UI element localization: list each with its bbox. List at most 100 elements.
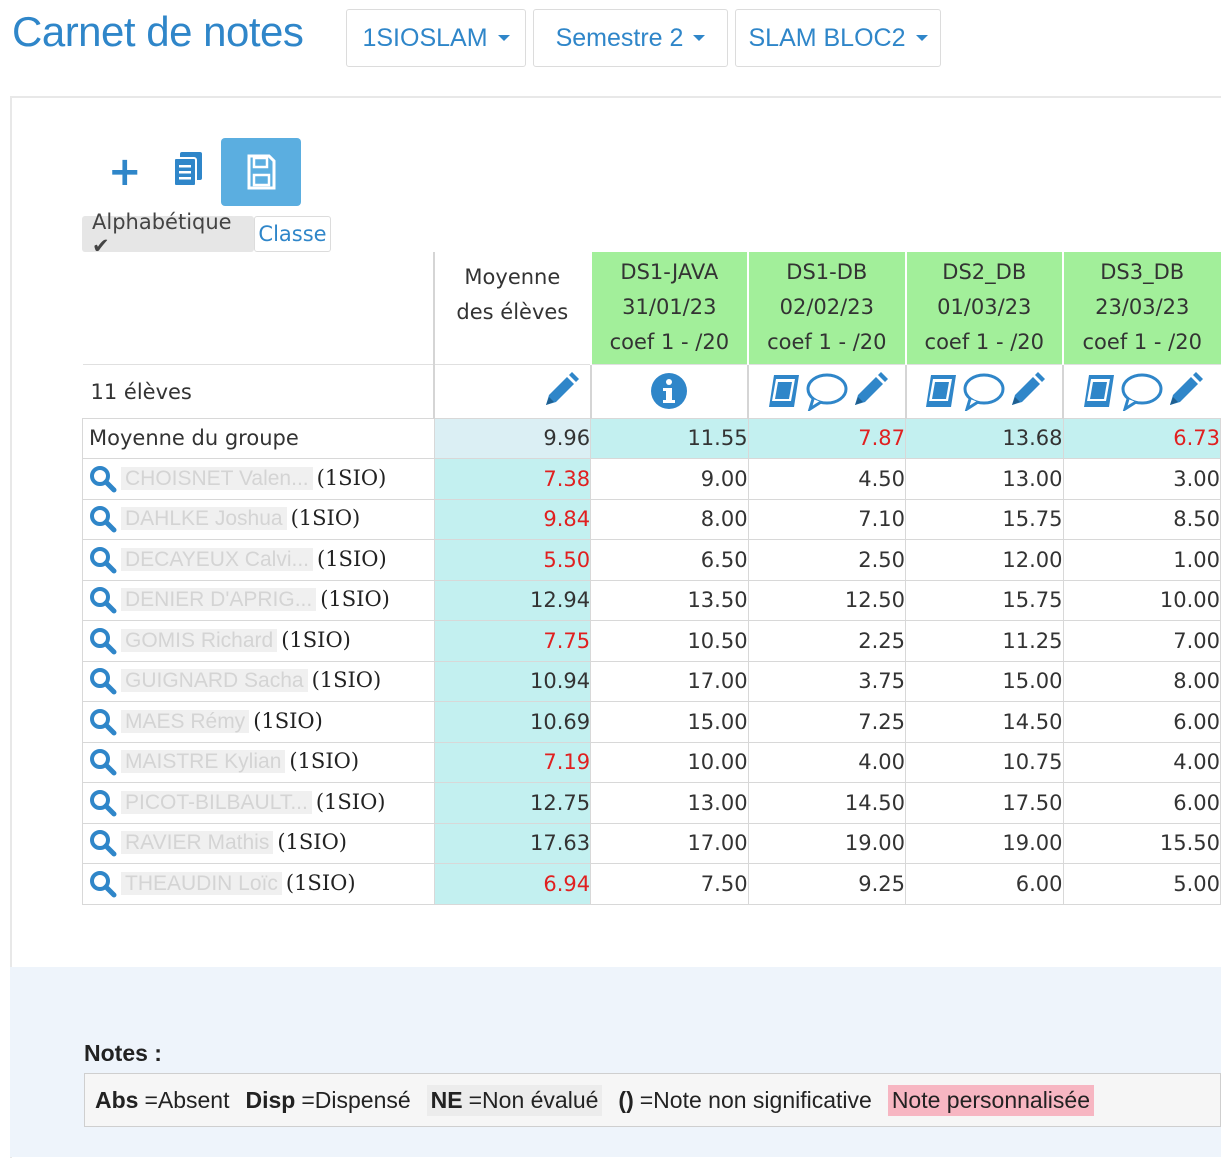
- score-cell[interactable]: 8.50: [1062, 498, 1221, 540]
- score-cell[interactable]: 7.10: [747, 498, 907, 540]
- score-cell[interactable]: 14.50: [747, 782, 907, 824]
- legend-non-evalue: NE =Non évalué: [426, 1084, 603, 1116]
- eval-date: 23/03/23: [1095, 295, 1190, 319]
- student-name[interactable]: GOMIS Richard: [121, 628, 278, 652]
- score-cell[interactable]: 3.00: [1062, 458, 1221, 500]
- pencil-icon[interactable]: [1164, 371, 1204, 411]
- save-button[interactable]: [221, 138, 301, 206]
- score-cell[interactable]: 11.25: [905, 620, 1064, 662]
- score-cell[interactable]: 5.00: [1062, 863, 1221, 905]
- score-cell[interactable]: 15.00: [590, 701, 749, 743]
- score-cell[interactable]: 7.50: [590, 863, 749, 905]
- score-cell[interactable]: 15.00: [905, 660, 1064, 702]
- student-name[interactable]: DENIER D'APRIG...: [121, 588, 317, 612]
- magnifier-icon[interactable]: [89, 748, 117, 776]
- eval-header-ds3-db[interactable]: DS3_DB 23/03/23 coef 1 - /20: [1062, 252, 1221, 364]
- score-cell[interactable]: 15.75: [905, 498, 1064, 540]
- book-icon[interactable]: [922, 371, 962, 411]
- student-name[interactable]: THEAUDIN Loïc: [121, 871, 282, 895]
- student-name[interactable]: DECAYEUX Calvi...: [121, 547, 313, 571]
- score-cell[interactable]: 4.50: [747, 458, 907, 500]
- score-cell[interactable]: 4.00: [1062, 741, 1221, 783]
- eval-header-ds1-db[interactable]: DS1-DB 02/02/23 coef 1 - /20: [747, 252, 906, 364]
- student-row: DENIER D'APRIG... (1SIO) 12.94 13.50 12.50 15…: [82, 579, 1221, 621]
- student-name-cell: GUIGNARD Sacha (1SIO): [82, 660, 435, 702]
- score-cell[interactable]: 13.00: [905, 458, 1064, 500]
- copy-icon[interactable]: [170, 150, 206, 190]
- student-name[interactable]: RAVIER Mathis: [121, 831, 274, 855]
- class-dropdown[interactable]: 1SIOSLAM: [346, 9, 526, 67]
- score-cell[interactable]: 17.50: [905, 782, 1064, 824]
- student-name[interactable]: PICOT-BILBAULT...: [121, 790, 312, 814]
- eval-name: DS3_DB: [1100, 260, 1185, 284]
- pencil-icon[interactable]: [1006, 371, 1046, 411]
- pencil-icon[interactable]: [540, 371, 580, 411]
- score-cell[interactable]: 9.00: [590, 458, 749, 500]
- score-cell[interactable]: 8.00: [1062, 660, 1221, 702]
- pencil-icon[interactable]: [849, 371, 889, 411]
- student-name[interactable]: DAHLKE Joshua: [121, 507, 287, 531]
- student-class: (1SIO): [290, 506, 361, 531]
- magnifier-icon[interactable]: [89, 708, 117, 736]
- average-edit-cell: [433, 363, 591, 418]
- module-dropdown[interactable]: SLAM BLOC2: [735, 9, 941, 67]
- score-cell[interactable]: 10.00: [590, 741, 749, 783]
- score-cell[interactable]: 13.50: [590, 579, 749, 621]
- score-cell[interactable]: 7.25: [747, 701, 907, 743]
- comment-icon[interactable]: [1120, 371, 1164, 413]
- magnifier-icon[interactable]: [89, 627, 117, 655]
- score-cell[interactable]: 10.50: [590, 620, 749, 662]
- score-cell[interactable]: 8.00: [590, 498, 749, 540]
- magnifier-icon[interactable]: [89, 586, 117, 614]
- student-name[interactable]: GUIGNARD Sacha: [121, 669, 308, 693]
- score-cell[interactable]: 19.00: [905, 822, 1064, 864]
- student-name[interactable]: MAES Rémy: [121, 709, 250, 733]
- score-cell[interactable]: 17.00: [590, 822, 749, 864]
- sort-class-button[interactable]: Classe: [254, 216, 331, 252]
- score-cell[interactable]: 3.75: [747, 660, 907, 702]
- sort-alphabetical-button[interactable]: Alphabétique ✔: [82, 210, 254, 258]
- score-cell[interactable]: 13.00: [590, 782, 749, 824]
- score-cell[interactable]: 15.75: [905, 579, 1064, 621]
- magnifier-icon[interactable]: [89, 546, 117, 574]
- magnifier-icon[interactable]: [89, 465, 117, 493]
- score-cell[interactable]: 10.00: [1062, 579, 1221, 621]
- ds2-db-icon-cell: [904, 363, 1063, 418]
- score-cell[interactable]: 19.00: [747, 822, 907, 864]
- student-name[interactable]: MAISTRE Kylian: [121, 750, 286, 774]
- info-icon[interactable]: [649, 371, 689, 411]
- magnifier-icon[interactable]: [89, 667, 117, 695]
- plus-icon[interactable]: +: [108, 152, 142, 192]
- score-cell[interactable]: 12.50: [747, 579, 907, 621]
- score-cell[interactable]: 14.50: [905, 701, 1064, 743]
- book-icon[interactable]: [765, 371, 805, 411]
- student-name[interactable]: CHOISNET Valen...: [121, 466, 313, 490]
- magnifier-icon[interactable]: [89, 870, 117, 898]
- score-cell[interactable]: 12.00: [905, 539, 1064, 581]
- score-cell[interactable]: 6.50: [590, 539, 749, 581]
- eval-name: DS1-DB: [786, 260, 868, 284]
- score-cell[interactable]: 6.00: [1062, 782, 1221, 824]
- score-cell[interactable]: 2.25: [747, 620, 907, 662]
- magnifier-icon[interactable]: [89, 829, 117, 857]
- book-icon[interactable]: [1080, 371, 1120, 411]
- magnifier-icon[interactable]: [89, 789, 117, 817]
- eval-header-ds1-java[interactable]: DS1-JAVA 31/01/23 coef 1 - /20: [589, 252, 749, 364]
- score-cell[interactable]: 1.00: [1062, 539, 1221, 581]
- score-cell[interactable]: 9.25: [747, 863, 907, 905]
- score-cell[interactable]: 6.00: [1062, 701, 1221, 743]
- semester-dropdown-label: Semestre 2: [555, 23, 684, 52]
- score-cell[interactable]: 15.50: [1062, 822, 1221, 864]
- comment-icon[interactable]: [962, 371, 1006, 413]
- score-cell[interactable]: 17.00: [590, 660, 749, 702]
- score-cell[interactable]: 7.00: [1062, 620, 1221, 662]
- comment-icon[interactable]: [805, 371, 849, 413]
- score-cell[interactable]: 2.50: [747, 539, 907, 581]
- legend-key: (): [618, 1086, 634, 1113]
- score-cell[interactable]: 4.00: [747, 741, 907, 783]
- semester-dropdown[interactable]: Semestre 2: [533, 9, 728, 67]
- magnifier-icon[interactable]: [89, 505, 117, 533]
- eval-header-ds2-db[interactable]: DS2_DB 01/03/23 coef 1 - /20: [904, 252, 1063, 364]
- score-cell[interactable]: 6.00: [905, 863, 1064, 905]
- score-cell[interactable]: 10.75: [905, 741, 1064, 783]
